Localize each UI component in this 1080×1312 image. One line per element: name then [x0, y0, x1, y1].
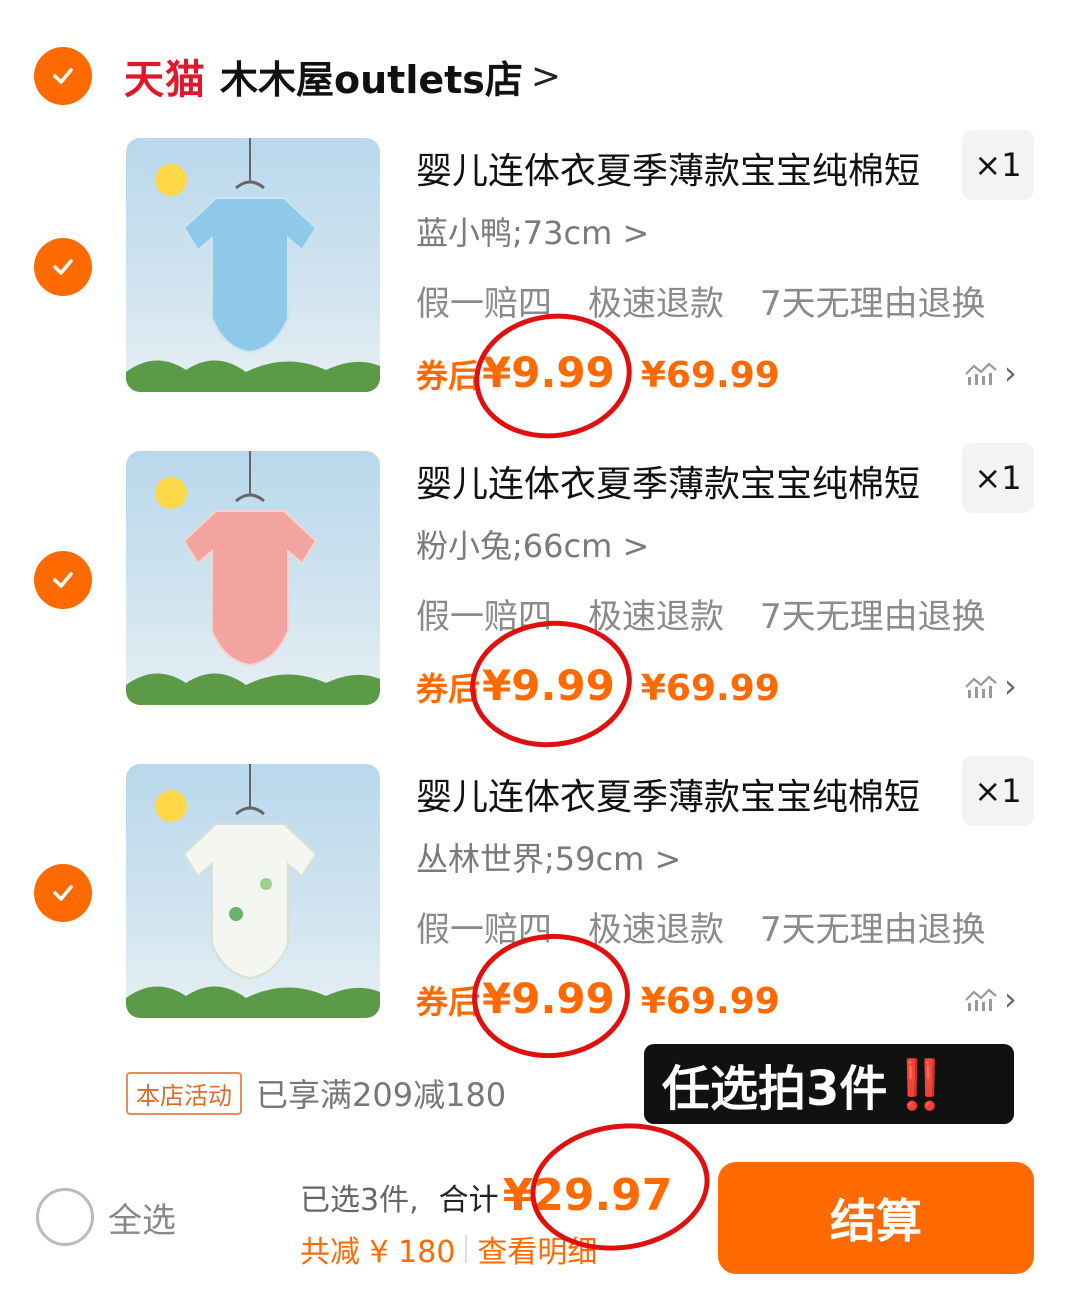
promo-badge: 本店活动	[126, 1071, 242, 1115]
chevron-right-icon[interactable]: >	[531, 56, 561, 97]
price-trend-icon	[965, 675, 997, 698]
tag: 极速退款	[588, 597, 724, 637]
price-trend-icon	[965, 362, 997, 385]
price-after-coupon: ¥9.99	[482, 661, 615, 710]
tag: 假一赔四	[416, 910, 552, 950]
sku-selector[interactable]: 蓝小鸭;73cm >	[416, 208, 649, 254]
sku-selector[interactable]: 粉小兔;66cm >	[416, 521, 649, 567]
select-all-radio[interactable]	[36, 1188, 94, 1246]
discount-amount: 共减 ¥ 180	[300, 1235, 456, 1270]
overlay-text: 任选拍3件	[662, 1061, 888, 1117]
chevron-right-icon: ›	[1004, 354, 1017, 392]
tag: 假一赔四	[416, 597, 552, 637]
price-trend-icon	[965, 988, 997, 1011]
cart-item: 婴儿连体衣夏季薄款宝宝纯棉短 ×1 粉小兔;66cm > 假一赔四 极速退款 7…	[0, 443, 1080, 756]
price-trend[interactable]: ›	[964, 980, 1017, 1018]
price-after-coupon: ¥9.99	[482, 974, 615, 1023]
coupon-label: 券后	[416, 357, 481, 395]
tag: 极速退款	[588, 284, 724, 324]
checkmark-icon	[53, 572, 73, 588]
tmall-logo: 天猫	[124, 57, 206, 103]
tag: 7天无理由退换	[760, 597, 986, 637]
service-tags: 假一赔四 极速退款 7天无理由退换	[416, 589, 986, 638]
chevron-right-icon: ›	[1004, 667, 1017, 705]
product-title[interactable]: 婴儿连体衣夏季薄款宝宝纯棉短	[416, 142, 920, 194]
checkmark-icon	[53, 259, 73, 275]
chevron-right-icon: ›	[1004, 980, 1017, 1018]
tag: 7天无理由退换	[760, 284, 986, 324]
checkmark-icon	[53, 885, 73, 901]
shop-header[interactable]: 天猫 木木屋outlets店 >	[34, 44, 561, 108]
select-all[interactable]: 全选	[36, 1188, 176, 1246]
product-image[interactable]	[126, 138, 380, 392]
cart-item: 婴儿连体衣夏季薄款宝宝纯棉短 ×1 蓝小鸭;73cm > 假一赔四 极速退款 7…	[0, 130, 1080, 449]
service-tags: 假一赔四 极速退款 7天无理由退换	[416, 276, 986, 325]
onesie-illustration	[126, 764, 380, 1018]
view-details-link[interactable]: 查看明细	[477, 1227, 597, 1271]
quantity-button[interactable]: ×1	[962, 130, 1034, 200]
price-row: 券后 ¥9.99 ¥69.99	[416, 974, 780, 1023]
tag: 假一赔四	[416, 284, 552, 324]
onesie-illustration	[126, 138, 380, 392]
original-price: ¥69.99	[640, 668, 780, 709]
shop-checkbox[interactable]	[34, 47, 92, 105]
coupon-label: 券后	[416, 983, 481, 1021]
item-checkbox[interactable]	[34, 864, 92, 922]
order-summary: 已选3件, 合计 ¥29.97 共减 ¥ 180 查看明细	[300, 1170, 672, 1271]
onesie-illustration	[126, 451, 380, 705]
price-trend[interactable]: ›	[964, 354, 1017, 392]
checkout-button[interactable]: 结算	[718, 1162, 1034, 1274]
product-image[interactable]	[126, 764, 380, 1018]
product-title[interactable]: 婴儿连体衣夏季薄款宝宝纯棉短	[416, 768, 920, 820]
tag: 7天无理由退换	[760, 910, 986, 950]
service-tags: 假一赔四 极速退款 7天无理由退换	[416, 902, 986, 951]
divider	[465, 1235, 468, 1263]
cart-item: 婴儿连体衣夏季薄款宝宝纯棉短 ×1 丛林世界;59cm > 假一赔四 极速退款 …	[0, 756, 1080, 1064]
product-title[interactable]: 婴儿连体衣夏季薄款宝宝纯棉短	[416, 455, 920, 507]
tag: 极速退款	[588, 910, 724, 950]
checkmark-icon	[53, 68, 73, 84]
total-amount: ¥29.97	[502, 1170, 673, 1221]
overlay-caption: 任选拍3件 ‼️	[644, 1044, 1014, 1124]
product-image[interactable]	[126, 451, 380, 705]
original-price: ¥69.99	[640, 981, 780, 1022]
coupon-label: 券后	[416, 670, 481, 708]
store-promo[interactable]: 本店活动 已享满209减180	[126, 1070, 506, 1116]
price-row: 券后 ¥9.99 ¥69.99	[416, 348, 780, 397]
promo-text: 已享满209减180	[256, 1076, 507, 1114]
shop-name[interactable]: 木木屋outlets店	[220, 49, 523, 104]
price-trend[interactable]: ›	[964, 667, 1017, 705]
item-checkbox[interactable]	[34, 551, 92, 609]
double-exclamation-icon: ‼️	[891, 1056, 952, 1113]
item-checkbox[interactable]	[34, 238, 92, 296]
price-after-coupon: ¥9.99	[482, 348, 615, 397]
quantity-button[interactable]: ×1	[962, 756, 1034, 826]
quantity-button[interactable]: ×1	[962, 443, 1034, 513]
total-label: 合计	[438, 1183, 499, 1218]
select-all-label: 全选	[108, 1200, 176, 1241]
original-price: ¥69.99	[640, 355, 780, 396]
price-row: 券后 ¥9.99 ¥69.99	[416, 661, 780, 710]
sku-selector[interactable]: 丛林世界;59cm >	[416, 834, 681, 880]
selected-count: 已选3件,	[300, 1183, 419, 1218]
